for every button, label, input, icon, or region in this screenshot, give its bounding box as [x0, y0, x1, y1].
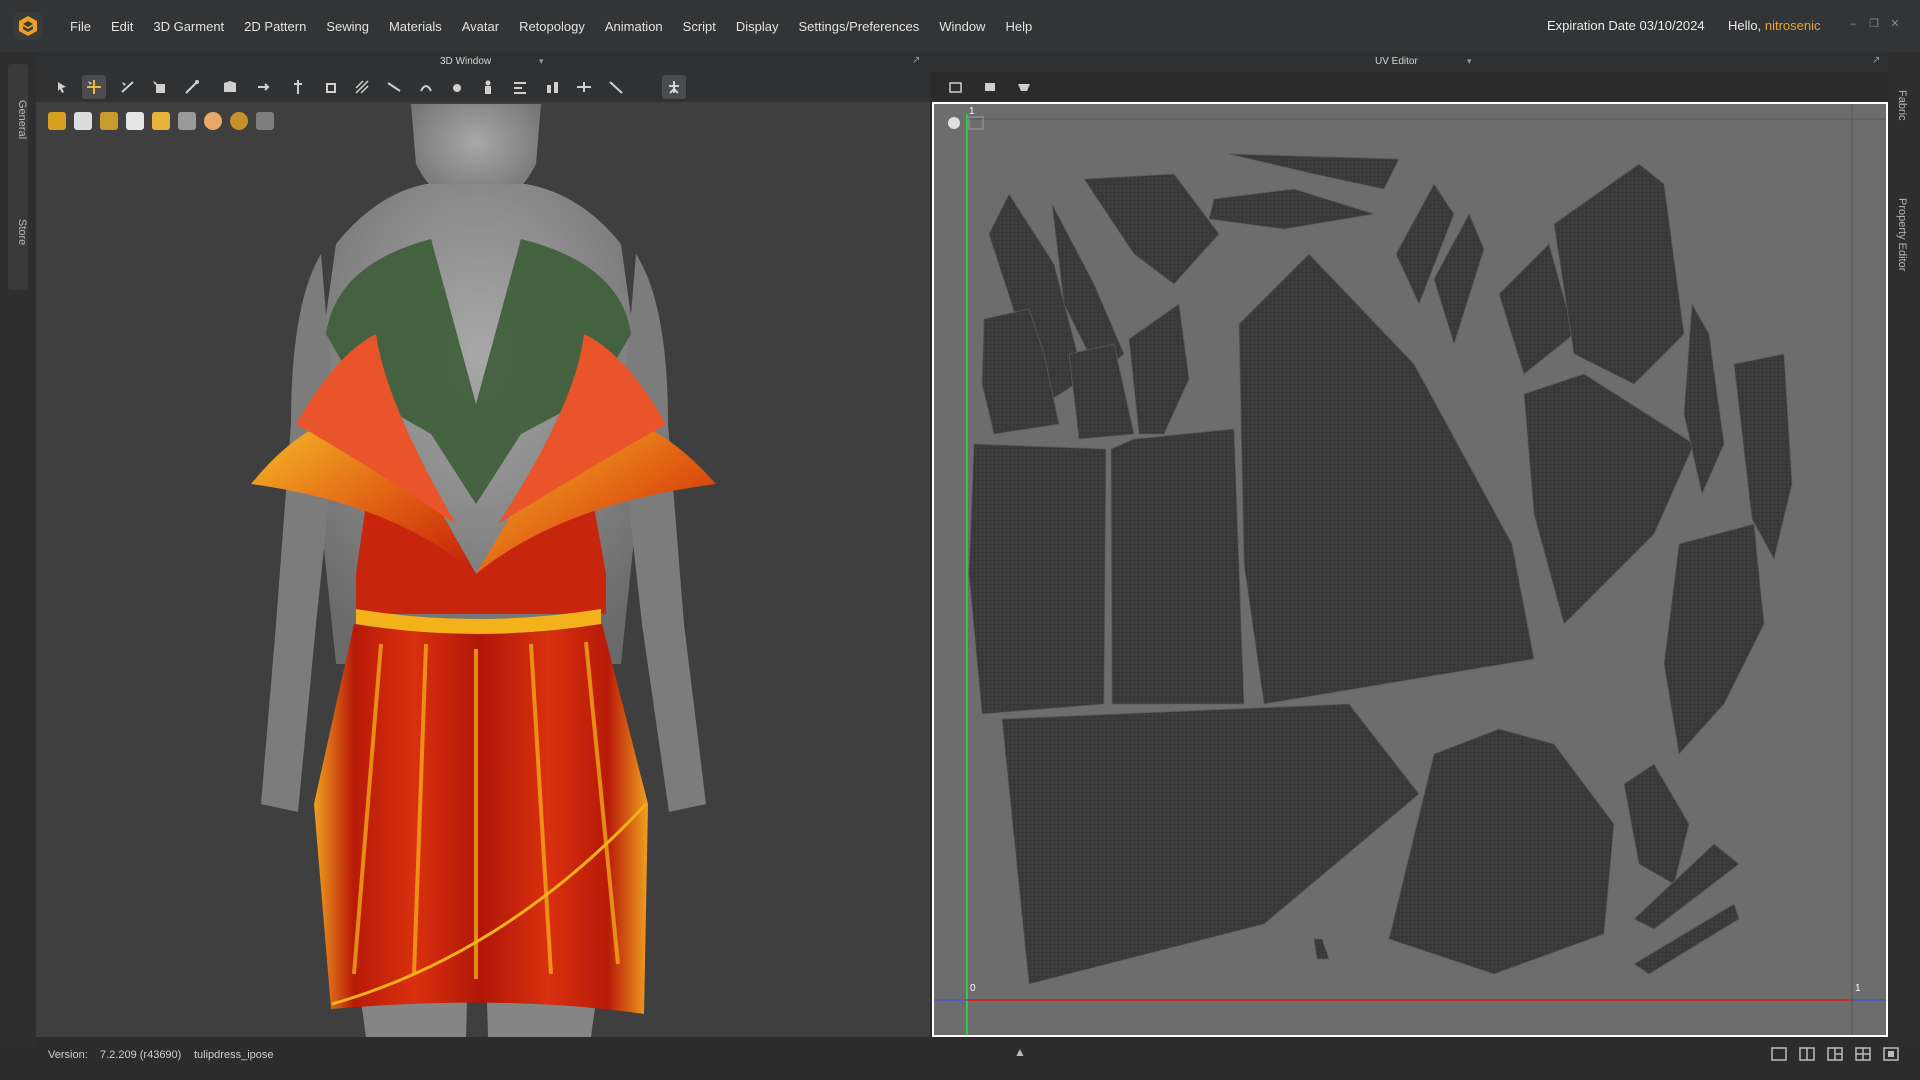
menu-sewing[interactable]: Sewing [316, 19, 379, 34]
expand-arrow-icon[interactable]: ▲ [1014, 1045, 1026, 1059]
uv-arrange-icon[interactable] [1012, 75, 1036, 99]
uv-editor-undock-icon[interactable]: ↗ [1872, 55, 1880, 66]
tab-fabric[interactable]: Fabric [1896, 90, 1908, 121]
texture-icon[interactable] [350, 75, 374, 99]
uv-label-origin: 0 [970, 983, 976, 994]
main-menu: File Edit 3D Garment 2D Pattern Sewing M… [60, 0, 1042, 52]
avatar-right-arm [621, 254, 706, 812]
avatar-pose-icon[interactable] [476, 75, 500, 99]
brush-icon[interactable] [604, 75, 628, 99]
uv-layout [934, 104, 1886, 1035]
status-bar: Version: 7.2.209 (r43690) tulipdress_ipo… [36, 1037, 1899, 1072]
app-logo-icon[interactable] [14, 12, 42, 40]
layout-split-icon[interactable] [1798, 1045, 1816, 1063]
expiration-date: Expiration Date 03/10/2024 [1547, 18, 1705, 33]
uv-editor-panel[interactable]: UV Editor ▾ ↗ 1 0 1 [930, 52, 1888, 1037]
username[interactable]: nitrosenic [1765, 18, 1821, 33]
menu-retopology[interactable]: Retopology [509, 19, 595, 34]
uv-select-icon[interactable] [944, 75, 968, 99]
restore-icon[interactable]: ❐ [1866, 17, 1882, 31]
tack-icon[interactable] [180, 75, 204, 99]
greeting-prefix: Hello, [1728, 18, 1765, 33]
uv-pattern-pieces [968, 153, 1793, 985]
menu-animation[interactable]: Animation [595, 19, 673, 34]
uv-canvas[interactable]: 1 0 1 [932, 102, 1888, 1037]
menu-settings[interactable]: Settings/Preferences [789, 19, 930, 34]
menu-avatar[interactable]: Avatar [452, 19, 509, 34]
minimize-icon[interactable]: – [1845, 17, 1861, 31]
menu-bar: File Edit 3D Garment 2D Pattern Sewing M… [0, 0, 1920, 52]
uv-origin-marker-icon[interactable] [948, 117, 960, 129]
distribute-icon[interactable] [540, 75, 564, 99]
menu-script[interactable]: Script [673, 19, 726, 34]
menu-file[interactable]: File [60, 19, 101, 34]
menu-window[interactable]: Window [929, 19, 995, 34]
move-icon[interactable] [82, 75, 106, 99]
uv-label-top: 1 [969, 106, 975, 117]
align-icon[interactable] [508, 75, 532, 99]
dress-skirt [314, 624, 648, 1014]
fullscreen-icon[interactable] [1882, 1045, 1900, 1063]
sew-icon[interactable] [414, 75, 438, 99]
uv-label-right: 1 [1855, 983, 1861, 994]
menu-help[interactable]: Help [995, 19, 1042, 34]
3d-window-header: 3D Window ▾ ↗ [36, 52, 930, 72]
user-greeting: Hello, nitrosenic [1728, 18, 1821, 33]
menu-3d-garment[interactable]: 3D Garment [143, 19, 234, 34]
3d-window-dropdown-icon[interactable]: ▾ [539, 56, 544, 67]
3d-window-undock-icon[interactable]: ↗ [912, 55, 920, 66]
version-value: 7.2.209 (r43690) [100, 1049, 182, 1061]
select-mesh-icon[interactable] [116, 75, 140, 99]
uv-transform-icon[interactable] [978, 75, 1002, 99]
avatar-viewport [251, 104, 716, 1037]
garment-select-icon[interactable] [148, 75, 172, 99]
measure-icon[interactable] [382, 75, 406, 99]
point-icon[interactable] [444, 75, 468, 99]
3d-toolbar [36, 72, 930, 102]
close-icon[interactable]: ✕ [1887, 17, 1903, 31]
tab-property-editor[interactable]: Property Editor [1896, 198, 1908, 271]
gizmo-icon[interactable] [572, 75, 596, 99]
simulation-icon[interactable] [662, 75, 686, 99]
tab-store[interactable]: Store [8, 174, 28, 290]
menu-display[interactable]: Display [726, 19, 789, 34]
layout-quad-icon[interactable] [1854, 1045, 1872, 1063]
3d-window[interactable]: 3D Window ▾ ↗ [36, 52, 930, 1037]
tab-general[interactable]: General [8, 64, 28, 176]
version-label: Version: [48, 1049, 88, 1061]
right-side-tabs: Fabric Property Editor [1888, 52, 1920, 1047]
fold-arrangement-icon[interactable] [218, 75, 242, 99]
uv-editor-header: UV Editor ▾ ↗ [930, 52, 1888, 72]
left-side-tabs: General Store [0, 52, 37, 1047]
menu-2d-pattern[interactable]: 2D Pattern [234, 19, 316, 34]
select-icon[interactable] [50, 75, 74, 99]
edit-pattern-icon[interactable] [318, 75, 342, 99]
file-name: tulipdress_ipose [194, 1049, 274, 1061]
pin-icon[interactable] [286, 75, 310, 99]
uv-editor-title: UV Editor [1375, 56, 1418, 67]
menu-materials[interactable]: Materials [379, 19, 452, 34]
layout-three-icon[interactable] [1826, 1045, 1844, 1063]
uv-editor-dropdown-icon[interactable]: ▾ [1467, 56, 1472, 67]
arrange-icon[interactable] [252, 75, 276, 99]
avatar-left-arm [261, 254, 336, 812]
menu-edit[interactable]: Edit [101, 19, 143, 34]
layout-single-icon[interactable] [1770, 1045, 1788, 1063]
3d-window-title: 3D Window [440, 56, 492, 67]
